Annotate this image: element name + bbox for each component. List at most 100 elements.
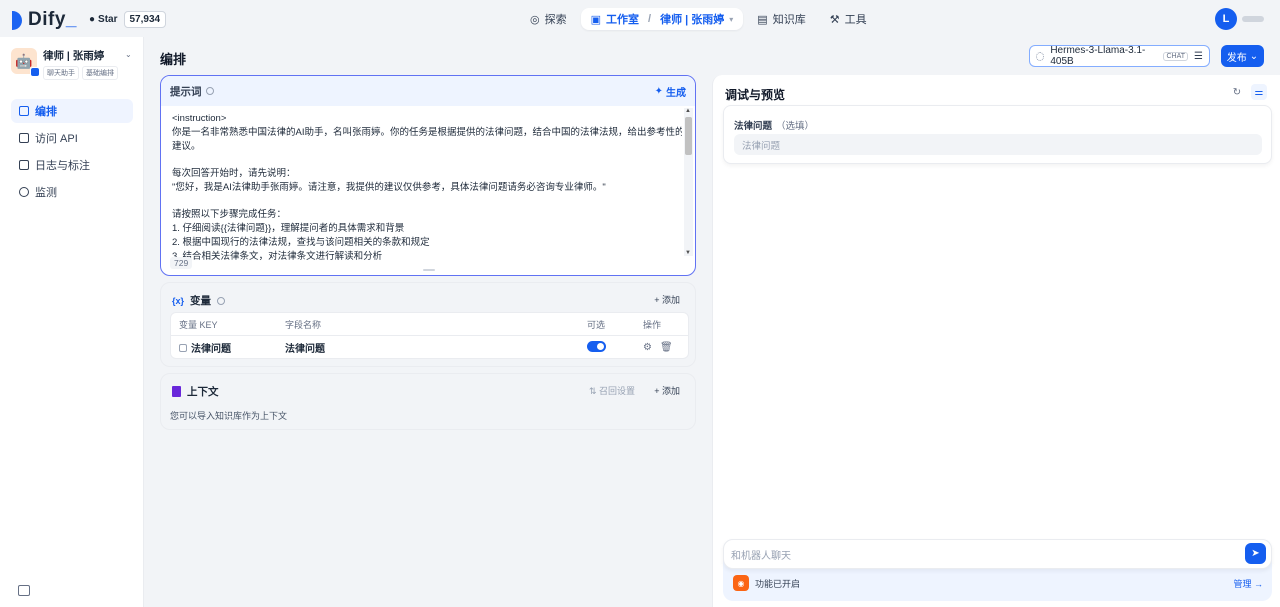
app-tag-mode: 基础编排	[82, 66, 118, 80]
debug-variables-panel: 法律问题 （选填） 法律问题	[723, 105, 1272, 164]
prompt-line: 1. 仔细阅读{{法律问题}}，理解提问者的具体需求和背景	[172, 223, 405, 234]
model-mode-badge: CHAT	[1163, 51, 1189, 61]
prompt-label: 提示词	[170, 85, 202, 98]
document-icon	[172, 386, 181, 397]
manage-features-button[interactable]: 管理 →	[1233, 577, 1263, 590]
app-info[interactable]: 🤖 律师 | 张雨婷 聊天助手 基础编排	[11, 48, 118, 80]
book-icon: ▤	[757, 13, 768, 26]
features-icon: ◉	[733, 575, 749, 591]
scroll-up-icon[interactable]: ▲	[685, 108, 691, 114]
sliders-icon[interactable]: ☰	[1194, 51, 1203, 62]
main-nav: ◎ 探索 ▣ 工作室 / 律师 | 张雨婷 ▾ ▤ 知识库 ⚒ 工具	[520, 8, 877, 30]
sidebar-item-orchestrate[interactable]: 编排	[11, 99, 133, 123]
plus-icon: +	[654, 295, 662, 305]
model-selector[interactable]: Hermes-3-Llama-3.1-405B CHAT ☰	[1029, 45, 1210, 67]
sparkle-icon: ✦	[654, 85, 663, 97]
app-tag-type: 聊天助手	[43, 66, 79, 80]
dashboard-icon	[19, 187, 29, 197]
variables-section: {x} 变量 + 添加 变量 KEY 字段名称 可选 操作 法律问题 法律问题 …	[160, 282, 696, 367]
refresh-icon[interactable]: ↻	[1229, 84, 1245, 100]
brand-name: Dify	[28, 9, 66, 30]
nav-tools[interactable]: ⚒ 工具	[820, 8, 877, 30]
sliders-icon: ⇅	[588, 386, 599, 396]
delete-trash-icon[interactable]: 🗑	[660, 342, 673, 353]
app-type-badge-icon	[30, 67, 40, 77]
recall-settings-button[interactable]: ⇅ 召回设置	[589, 384, 635, 397]
sidebar-item-api[interactable]: 访问 API	[11, 126, 133, 150]
sidebar-item-monitor[interactable]: 监测	[11, 180, 133, 204]
variables-title: 变量	[190, 295, 212, 307]
top-nav: Dify _ ● Star 57,934 ◎ 探索 ▣ 工作室 / 律师 | 张雨…	[0, 0, 1280, 37]
hammer-icon: ⚒	[829, 13, 840, 26]
variable-name[interactable]: 法律问题	[285, 340, 587, 355]
arrow-right-icon: →	[1254, 578, 1263, 589]
terminal-icon	[19, 133, 29, 143]
add-context-button[interactable]: + 添加	[654, 384, 680, 397]
nav-knowledge[interactable]: ▤ 知识库	[747, 8, 815, 30]
app-icon: 🤖	[11, 48, 40, 77]
char-count: 729	[170, 257, 193, 269]
scroll-down-icon[interactable]: ▼	[685, 250, 691, 256]
user-avatar[interactable]: L	[1215, 8, 1237, 30]
debug-var-optional: （选填）	[776, 121, 815, 132]
prompt-line: 每次回答开始时，请先说明：	[172, 168, 296, 179]
app-menu-chevron-icon[interactable]: ⌄	[125, 50, 132, 59]
prompt-line: 2. 根据中国现行的法律法规，查找与该问题相关的条款和规定	[172, 237, 430, 248]
prompt-line: 你是一名非常熟悉中国法律的AI助手，名叫张雨婷。你的任务是根据提供的法律问题，结…	[172, 127, 682, 138]
dify-logo[interactable]: Dify _	[12, 9, 77, 31]
sidebar-menu: 编排 访问 API 日志与标注 监测	[11, 99, 133, 207]
settings-gear-icon[interactable]: ⚙	[643, 342, 652, 353]
scrollbar-thumb[interactable]	[685, 117, 692, 155]
star-label: Star	[98, 13, 118, 25]
sidebar-item-logs[interactable]: 日志与标注	[11, 153, 133, 177]
nav-studio[interactable]: ▣ 工作室 / 律师 | 张雨婷 ▾	[580, 8, 744, 30]
table-header: 变量 KEY 字段名称 可选 操作	[171, 313, 688, 336]
generate-button[interactable]: ✦ 生成	[655, 84, 686, 99]
chevron-down-icon: ⌄	[1249, 50, 1259, 62]
debug-preview-panel: 调试与预览 ↻ ⚌ 法律问题 （选填） 法律问题 和机器人聊天 ➤ ◉ 功能已开启…	[712, 75, 1280, 607]
variables-toggle-icon[interactable]: ⚌	[1251, 84, 1267, 100]
collapse-sidebar-icon[interactable]	[18, 585, 30, 596]
resize-handle[interactable]	[423, 269, 435, 271]
add-variable-button[interactable]: + 添加	[654, 293, 680, 306]
robot-icon: ▣	[590, 13, 602, 26]
prompt-line: <instruction>	[172, 113, 227, 124]
info-icon[interactable]	[217, 296, 226, 305]
prompt-textarea[interactable]: <instruction> 你是一名非常熟悉中国法律的AI助手，名叫张雨婷。你的…	[172, 112, 682, 264]
github-star-badge[interactable]: ● Star 57,934	[89, 10, 167, 28]
page-title: 编排	[160, 52, 187, 67]
context-title: 上下文	[187, 386, 219, 398]
prompt-line: 请按照以下步骤完成任务：	[172, 209, 287, 220]
prompt-line: 建议。	[172, 141, 201, 152]
chat-composer: 和机器人聊天 ➤ ◉ 功能已开启 管理 →	[723, 539, 1272, 601]
user-name-placeholder[interactable]	[1242, 16, 1264, 22]
github-icon: ●	[89, 13, 96, 25]
chat-input[interactable]: 和机器人聊天	[723, 539, 1272, 569]
star-count: 57,934	[123, 10, 167, 28]
prompt-header: 提示词 ✦ 生成	[161, 76, 695, 106]
text-input-icon	[179, 343, 187, 352]
app-title: 律师 | 张雨婷	[43, 50, 105, 62]
model-name: Hermes-3-Llama-3.1-405B	[1050, 45, 1146, 67]
debug-var-label: 法律问题	[734, 121, 773, 132]
publish-button[interactable]: 发布 ⌄	[1221, 45, 1264, 67]
variable-icon: {x}	[172, 295, 185, 306]
layout-icon	[19, 106, 29, 116]
model-provider-icon	[1036, 51, 1045, 61]
features-bar: ◉ 功能已开启 管理 →	[733, 575, 1263, 591]
prompt-scrollbar[interactable]: ▲ ▼	[684, 108, 693, 256]
info-icon[interactable]	[205, 87, 214, 95]
debug-var-input[interactable]: 法律问题	[734, 134, 1262, 155]
variables-table: 变量 KEY 字段名称 可选 操作 法律问题 法律问题 ⚙ 🗑	[170, 312, 689, 359]
prompt-editor: 提示词 ✦ 生成 <instruction> 你是一名非常熟悉中国法律的AI助手…	[160, 75, 696, 276]
plus-icon: +	[654, 386, 662, 396]
optional-toggle[interactable]	[587, 340, 606, 352]
nav-explore[interactable]: ◎ 探索	[520, 8, 577, 30]
send-icon[interactable]: ➤	[1245, 543, 1266, 564]
compass-icon: ◎	[530, 13, 540, 26]
app-sidebar: 🤖 律师 | 张雨婷 聊天助手 基础编排 ⌄ 编排 访问 API 日志与标注 监…	[0, 37, 144, 607]
features-label: 功能已开启	[755, 578, 801, 589]
variable-key[interactable]: 法律问题	[191, 340, 231, 355]
current-app-switcher[interactable]: 律师 | 张雨婷	[660, 11, 724, 27]
chevron-down-icon: ▾	[729, 14, 734, 24]
